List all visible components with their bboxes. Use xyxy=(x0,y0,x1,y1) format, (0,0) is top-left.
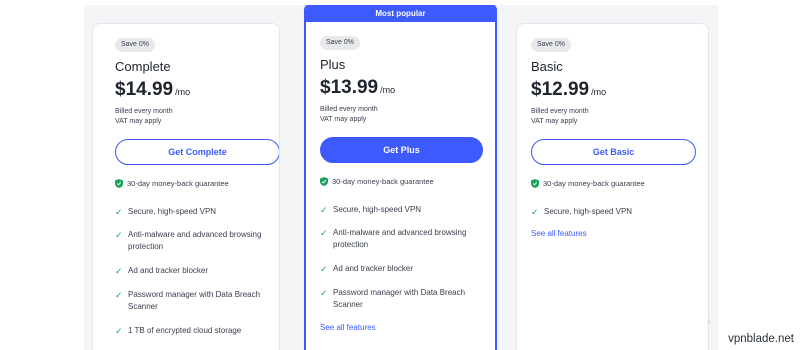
get-plus-button[interactable]: Get Plus xyxy=(320,137,483,163)
billing-frequency: Billed every month xyxy=(531,108,589,115)
price-amount: $14.99 xyxy=(115,79,174,100)
feature-item: ✓ 1 TB of encrypted cloud storage xyxy=(115,326,242,336)
guarantee-text: 30-day money-back guarantee xyxy=(127,179,229,188)
checkmark-icon: ✓ xyxy=(115,326,123,336)
plan-card-complete: Save 0% Complete $14.99/mo Billed every … xyxy=(92,23,280,350)
plan-price: $12.99/mo xyxy=(531,79,606,101)
money-back-guarantee: 30-day money-back guarantee xyxy=(531,179,645,188)
most-popular-banner: Most popular xyxy=(306,6,495,22)
plan-card-basic: Save 0% Basic $12.99/mo Billed every mon… xyxy=(516,23,709,350)
guarantee-text: 30-day money-back guarantee xyxy=(543,179,645,188)
see-all-features-link[interactable]: See all features xyxy=(320,323,376,332)
feature-item: ✓ Password manager with Data Breach Scann… xyxy=(320,288,466,309)
price-period: /mo xyxy=(175,87,191,97)
checkmark-icon: ✓ xyxy=(115,230,123,240)
price-period: /mo xyxy=(380,85,396,95)
pricing-section: Save 0% Complete $14.99/mo Billed every … xyxy=(84,5,718,350)
billing-info: Billed every month VAT may apply xyxy=(320,105,378,125)
feature-item: ✓ Secure, high-speed VPN xyxy=(115,207,217,217)
guarantee-text: 30-day money-back guarantee xyxy=(332,177,434,186)
save-badge: Save 0% xyxy=(320,36,361,50)
plan-name: Complete xyxy=(115,59,171,74)
feature-item: ✓ Anti-malware and advanced browsing prot… xyxy=(115,230,262,251)
checkmark-icon: ✓ xyxy=(320,264,328,274)
see-all-features-link[interactable]: See all features xyxy=(531,229,587,238)
site-watermark: vpnblade.net xyxy=(728,333,794,345)
feature-item: ✓ Secure, high-speed VPN xyxy=(320,205,422,215)
billing-info: Billed every month VAT may apply xyxy=(531,107,589,127)
feature-item: ✓ Secure, high-speed VPN xyxy=(531,207,633,217)
plan-card-plus: Most popular Save 0% Plus $13.99/mo Bill… xyxy=(304,5,497,350)
checkmark-icon: ✓ xyxy=(320,205,328,215)
plan-price: $13.99/mo xyxy=(320,77,395,99)
checkmark-icon: ✓ xyxy=(115,290,123,300)
plan-card-body: Save 0% Plus $13.99/mo Billed every mont… xyxy=(306,22,495,350)
plan-name: Plus xyxy=(320,57,346,72)
feature-item: ✓ Password manager with Data Breach Scann… xyxy=(115,290,261,311)
get-complete-button[interactable]: Get Complete xyxy=(115,139,279,165)
money-back-guarantee: 30-day money-back guarantee xyxy=(320,177,434,186)
save-badge: Save 0% xyxy=(115,38,156,52)
billing-frequency: Billed every month xyxy=(115,108,173,115)
edge-letter: A xyxy=(707,320,712,326)
vat-note: VAT may apply xyxy=(115,118,162,125)
plan-price: $14.99/mo xyxy=(115,79,190,101)
price-amount: $13.99 xyxy=(320,77,379,98)
price-amount: $12.99 xyxy=(531,79,590,100)
checkmark-icon: ✓ xyxy=(531,207,539,217)
shield-check-icon xyxy=(531,179,539,188)
feature-item: ✓ Ad and tracker blocker xyxy=(320,264,414,274)
billing-info: Billed every month VAT may apply xyxy=(115,107,173,127)
vat-note: VAT may apply xyxy=(531,118,578,125)
save-badge: Save 0% xyxy=(531,38,572,52)
shield-check-icon xyxy=(115,179,123,188)
shield-check-icon xyxy=(320,177,328,186)
checkmark-icon: ✓ xyxy=(115,207,123,217)
vat-note: VAT may apply xyxy=(320,116,367,123)
feature-item: ✓ Ad and tracker blocker xyxy=(115,266,209,276)
plan-name: Basic xyxy=(531,59,563,74)
checkmark-icon: ✓ xyxy=(115,266,123,276)
feature-item: ✓ Anti-malware and advanced browsing prot… xyxy=(320,228,467,249)
price-period: /mo xyxy=(591,87,607,97)
checkmark-icon: ✓ xyxy=(320,228,328,238)
money-back-guarantee: 30-day money-back guarantee xyxy=(115,179,229,188)
billing-frequency: Billed every month xyxy=(320,106,378,113)
checkmark-icon: ✓ xyxy=(320,288,328,298)
get-basic-button[interactable]: Get Basic xyxy=(531,139,696,165)
